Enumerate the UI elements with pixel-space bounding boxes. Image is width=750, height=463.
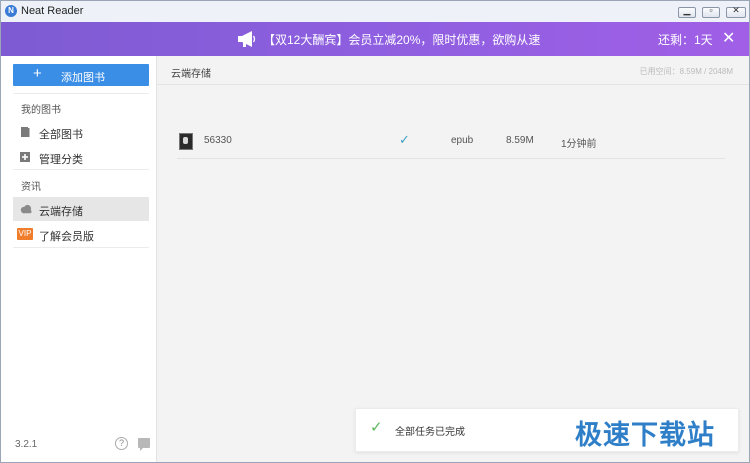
plus-square-icon	[20, 152, 30, 162]
sidebar-item-vip[interactable]: VIP 了解会员版	[13, 222, 149, 246]
close-banner-icon[interactable]: ✕	[722, 28, 735, 48]
toast-message: 全部任务已完成	[395, 427, 465, 438]
sidebar: + 添加图书 我的图书 全部图书 管理分类 资讯 云端存储 VIP 了解会员版 …	[1, 56, 157, 462]
sidebar-item-label: 管理分类	[39, 154, 83, 166]
table-row[interactable]: 56330 ✓ epub 8.59M 1分钟前	[177, 130, 725, 159]
title-bar: N Neat Reader ▁ ▫ ✕	[1, 1, 749, 23]
section-my-books: 我的图书	[21, 105, 61, 116]
promo-banner[interactable]: 【双12大酬宾】会员立减20%，限时优惠，欲购从速 还剩：1天 ✕	[1, 22, 749, 56]
book-icon	[21, 127, 30, 137]
maximize-button[interactable]: ▫	[702, 5, 720, 18]
app-window: N Neat Reader ▁ ▫ ✕ 【双12大酬宾】会员立减20%，限时优惠…	[0, 0, 750, 463]
page-title: 云端存储	[171, 69, 211, 80]
sidebar-item-label: 了解会员版	[39, 231, 94, 243]
promo-text: 【双12大酬宾】会员立减20%，限时优惠，欲购从速	[263, 33, 541, 47]
vip-badge-icon: VIP	[17, 228, 33, 240]
divider	[13, 247, 149, 248]
minimize-button[interactable]: ▁	[678, 5, 696, 18]
section-info: 资讯	[21, 182, 41, 193]
storage-usage: 已用空间：8.59M / 2048M	[639, 67, 733, 76]
app-logo-icon: N	[5, 5, 17, 17]
window-title: Neat Reader	[21, 5, 84, 17]
add-book-button[interactable]: + 添加图书	[13, 64, 149, 86]
divider	[13, 93, 149, 94]
file-time: 1分钟前	[561, 139, 597, 150]
watermark-logo: 极速下载站	[575, 420, 715, 451]
sync-check-icon: ✓	[399, 132, 410, 147]
help-icon[interactable]: ?	[115, 437, 128, 450]
megaphone-icon	[238, 31, 256, 47]
book-cover-thumbnail	[179, 133, 193, 150]
sidebar-item-label: 全部图书	[39, 129, 83, 141]
file-size: 8.59M	[506, 135, 534, 146]
plus-icon: +	[33, 65, 42, 82]
sidebar-item-cloud-storage[interactable]: 云端存储	[13, 197, 149, 221]
sidebar-item-all-books[interactable]: 全部图书	[13, 120, 149, 144]
promo-remaining: 还剩：1天	[658, 33, 713, 47]
file-name: 56330	[204, 135, 232, 146]
sidebar-item-label: 云端存储	[39, 206, 83, 218]
file-format: epub	[451, 135, 474, 146]
divider	[13, 169, 149, 170]
check-icon: ✓	[370, 419, 383, 436]
feedback-icon[interactable]	[138, 438, 150, 451]
close-icon: ✕	[732, 5, 740, 15]
maximize-icon: ▫	[709, 5, 713, 15]
add-book-label: 添加图书	[61, 72, 105, 84]
main-header: 云端存储 已用空间：8.59M / 2048M	[157, 56, 749, 85]
cloud-icon	[20, 204, 32, 214]
app-version: 3.2.1	[15, 439, 38, 450]
minimize-icon: ▁	[683, 5, 691, 15]
main-panel: 云端存储 已用空间：8.59M / 2048M 56330 ✓ epub 8.5…	[157, 56, 749, 462]
sidebar-item-manage-categories[interactable]: 管理分类	[13, 145, 149, 169]
close-window-button[interactable]: ✕	[726, 5, 746, 18]
